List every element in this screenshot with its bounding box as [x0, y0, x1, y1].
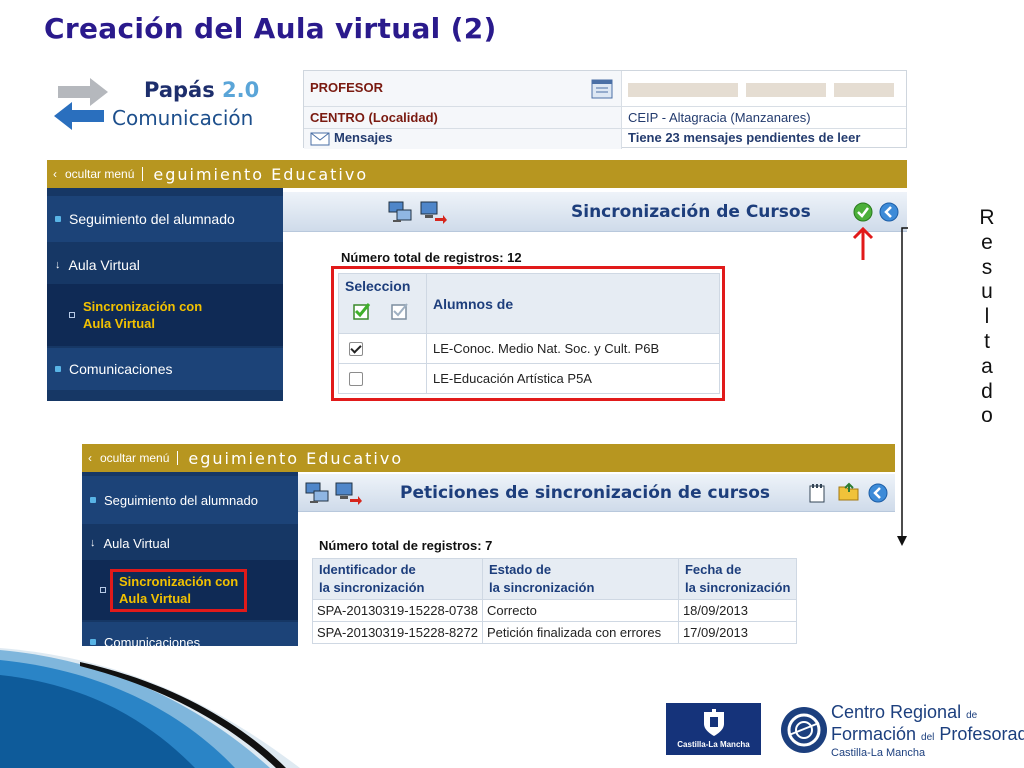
back-arrow-icon[interactable]: [868, 483, 888, 503]
hide-menu-button[interactable]: ‹ ocultar menú: [82, 451, 179, 465]
record-count: Número total de registros: 12: [341, 250, 522, 265]
content-area: Sincronización de Cursos Número total de…: [283, 188, 907, 401]
sync-status: Petición finalizada con errores: [481, 621, 679, 644]
sidebar-item-sincronizacion[interactable]: Sincronización con Aula Virtual: [47, 284, 283, 346]
computers-sync-icon[interactable]: [304, 481, 330, 505]
centro-value: CEIP - Altagracia (Manzanares): [628, 110, 811, 125]
square-bullet-icon: [69, 312, 75, 318]
col-identificador: Identificador de la sincronización: [312, 558, 483, 600]
sync-courses-screen: ‹ ocultar menú eguimiento Educativo Segui…: [47, 160, 907, 401]
mensajes-value: Tiene 23 mensajes pendientes de leer: [628, 130, 861, 145]
chevron-left-icon: ‹: [88, 451, 92, 465]
bullet-icon: [55, 366, 61, 372]
section-title: eguimiento Educativo: [153, 164, 369, 184]
deselect-all-icon[interactable]: [391, 302, 409, 320]
top-bar: ‹ ocultar menú eguimiento Educativo: [82, 444, 895, 472]
courses-table: Seleccion Alumnos de LE-Conoc. Medio Nat…: [338, 273, 720, 394]
record-count: Número total de registros: 7: [319, 538, 493, 553]
course-name: LE-Educación Artística P5A: [426, 363, 720, 394]
sync-id: SPA-20130319-15228-0738: [312, 599, 483, 622]
col-seleccion: Seleccion: [338, 273, 427, 334]
sidebar-item-seguimiento[interactable]: Seguimiento del alumnado: [82, 476, 298, 524]
window-icon[interactable]: [591, 79, 613, 99]
toolbar-title: Peticiones de sincronización de cursos: [400, 483, 770, 503]
toolbar: Sincronización de Cursos: [283, 192, 907, 232]
table-row: LE-Educación Artística P5A: [338, 363, 720, 394]
table-row: SPA-20130319-15228-0738 Correcto 18/09/2…: [312, 599, 798, 622]
profesor-name-redacted: [622, 71, 906, 106]
resultado-vertical-label: R e s u l t a d o: [979, 206, 995, 428]
result-connector-line: [897, 227, 908, 546]
section-title: eguimiento Educativo: [188, 448, 404, 468]
computer-send-icon[interactable]: [334, 481, 362, 505]
content-area: Peticiones de sincronización de cursos N…: [298, 472, 895, 646]
sync-id: SPA-20130319-15228-8272: [312, 621, 483, 644]
top-bar: ‹ ocultar menú eguimiento Educativo: [47, 160, 907, 188]
confirm-check-icon[interactable]: [853, 202, 873, 222]
select-all-icon[interactable]: [353, 302, 371, 320]
computers-sync-icon[interactable]: [387, 200, 413, 224]
sidebar-item-sincronizacion[interactable]: Sincronización con Aula Virtual: [82, 560, 298, 620]
castilla-la-mancha-logo: Castilla-La Mancha: [666, 703, 761, 755]
sync-requests-table: Identificador de la sincronización Estado…: [312, 558, 798, 644]
sidebar: Seguimiento del alumnado ↓ Aula Virtual S…: [47, 188, 283, 401]
back-arrow-icon[interactable]: [879, 202, 899, 222]
crfp-logo: Centro Regional de Formación del Profeso…: [779, 703, 1024, 759]
hide-menu-button[interactable]: ‹ ocultar menú: [47, 167, 144, 181]
computer-send-icon[interactable]: [419, 200, 447, 224]
logo-papas: Papás 2.0: [144, 78, 260, 102]
logo-comunicacion: Comunicación: [112, 106, 254, 130]
red-up-arrow-icon: [852, 226, 874, 260]
row-checkbox[interactable]: [349, 372, 363, 387]
bullet-icon: [55, 216, 61, 222]
sidebar-item-seguimiento[interactable]: Seguimiento del alumnado: [47, 196, 283, 242]
sidebar-item-comunicaciones[interactable]: Comunicaciones: [47, 348, 283, 390]
arrow-down-icon: ↓: [55, 259, 61, 271]
sync-requests-screen: ‹ ocultar menú eguimiento Educativo Segui…: [82, 444, 895, 646]
col-estado: Estado de la sincronización: [481, 558, 679, 600]
sync-date: 18/09/2013: [677, 599, 798, 622]
square-bullet-icon: [100, 587, 106, 593]
col-alumnos: Alumnos de: [426, 273, 720, 334]
sidebar-item-aula-virtual[interactable]: ↓ Aula Virtual: [47, 246, 283, 284]
selection-highlight-frame: Seleccion Alumnos de LE-Conoc. Medio Nat…: [331, 266, 725, 401]
col-fecha: Fecha de la sincronización: [677, 558, 798, 600]
coat-of-arms-icon: [703, 709, 724, 736]
profesor-label: PROFESOR: [304, 71, 622, 106]
mensajes-link[interactable]: Mensajes: [304, 129, 622, 149]
table-row: LE-Conoc. Medio Nat. Soc. y Cult. P6B: [338, 333, 720, 364]
user-info-panel: PROFESOR CENTRO (Localidad) CEIP - Altag…: [303, 70, 907, 149]
sync-date: 17/09/2013: [677, 621, 798, 644]
sidebar-item-aula-virtual[interactable]: ↓ Aula Virtual: [82, 526, 298, 560]
toolbar-title: Sincronización de Cursos: [571, 202, 811, 222]
sidebar: Seguimiento del alumnado ↓ Aula Virtual S…: [82, 472, 298, 646]
chevron-left-icon: ‹: [53, 167, 57, 181]
sync-status: Correcto: [481, 599, 679, 622]
centro-label: CENTRO (Localidad): [304, 107, 622, 128]
envelope-icon: [310, 132, 330, 146]
arrows-icon: [54, 78, 108, 130]
folder-open-icon[interactable]: [838, 482, 860, 502]
decorative-swoosh: [0, 648, 300, 768]
bullet-icon: [90, 497, 96, 503]
toolbar: Peticiones de sincronización de cursos: [298, 474, 895, 512]
slide-title: Creación del Aula virtual (2): [44, 12, 497, 45]
arrow-down-icon: ↓: [90, 537, 96, 549]
crfp-text: Centro Regional de Formación del Profeso…: [831, 702, 1024, 760]
notepad-icon[interactable]: [808, 483, 826, 503]
row-checkbox[interactable]: [349, 342, 363, 357]
papas-logo: Papás 2.0 Comunicación: [52, 72, 282, 142]
table-row: SPA-20130319-15228-8272 Petición finaliz…: [312, 621, 798, 644]
course-name: LE-Conoc. Medio Nat. Soc. y Cult. P6B: [426, 333, 720, 364]
crfp-emblem-icon: [781, 707, 827, 753]
